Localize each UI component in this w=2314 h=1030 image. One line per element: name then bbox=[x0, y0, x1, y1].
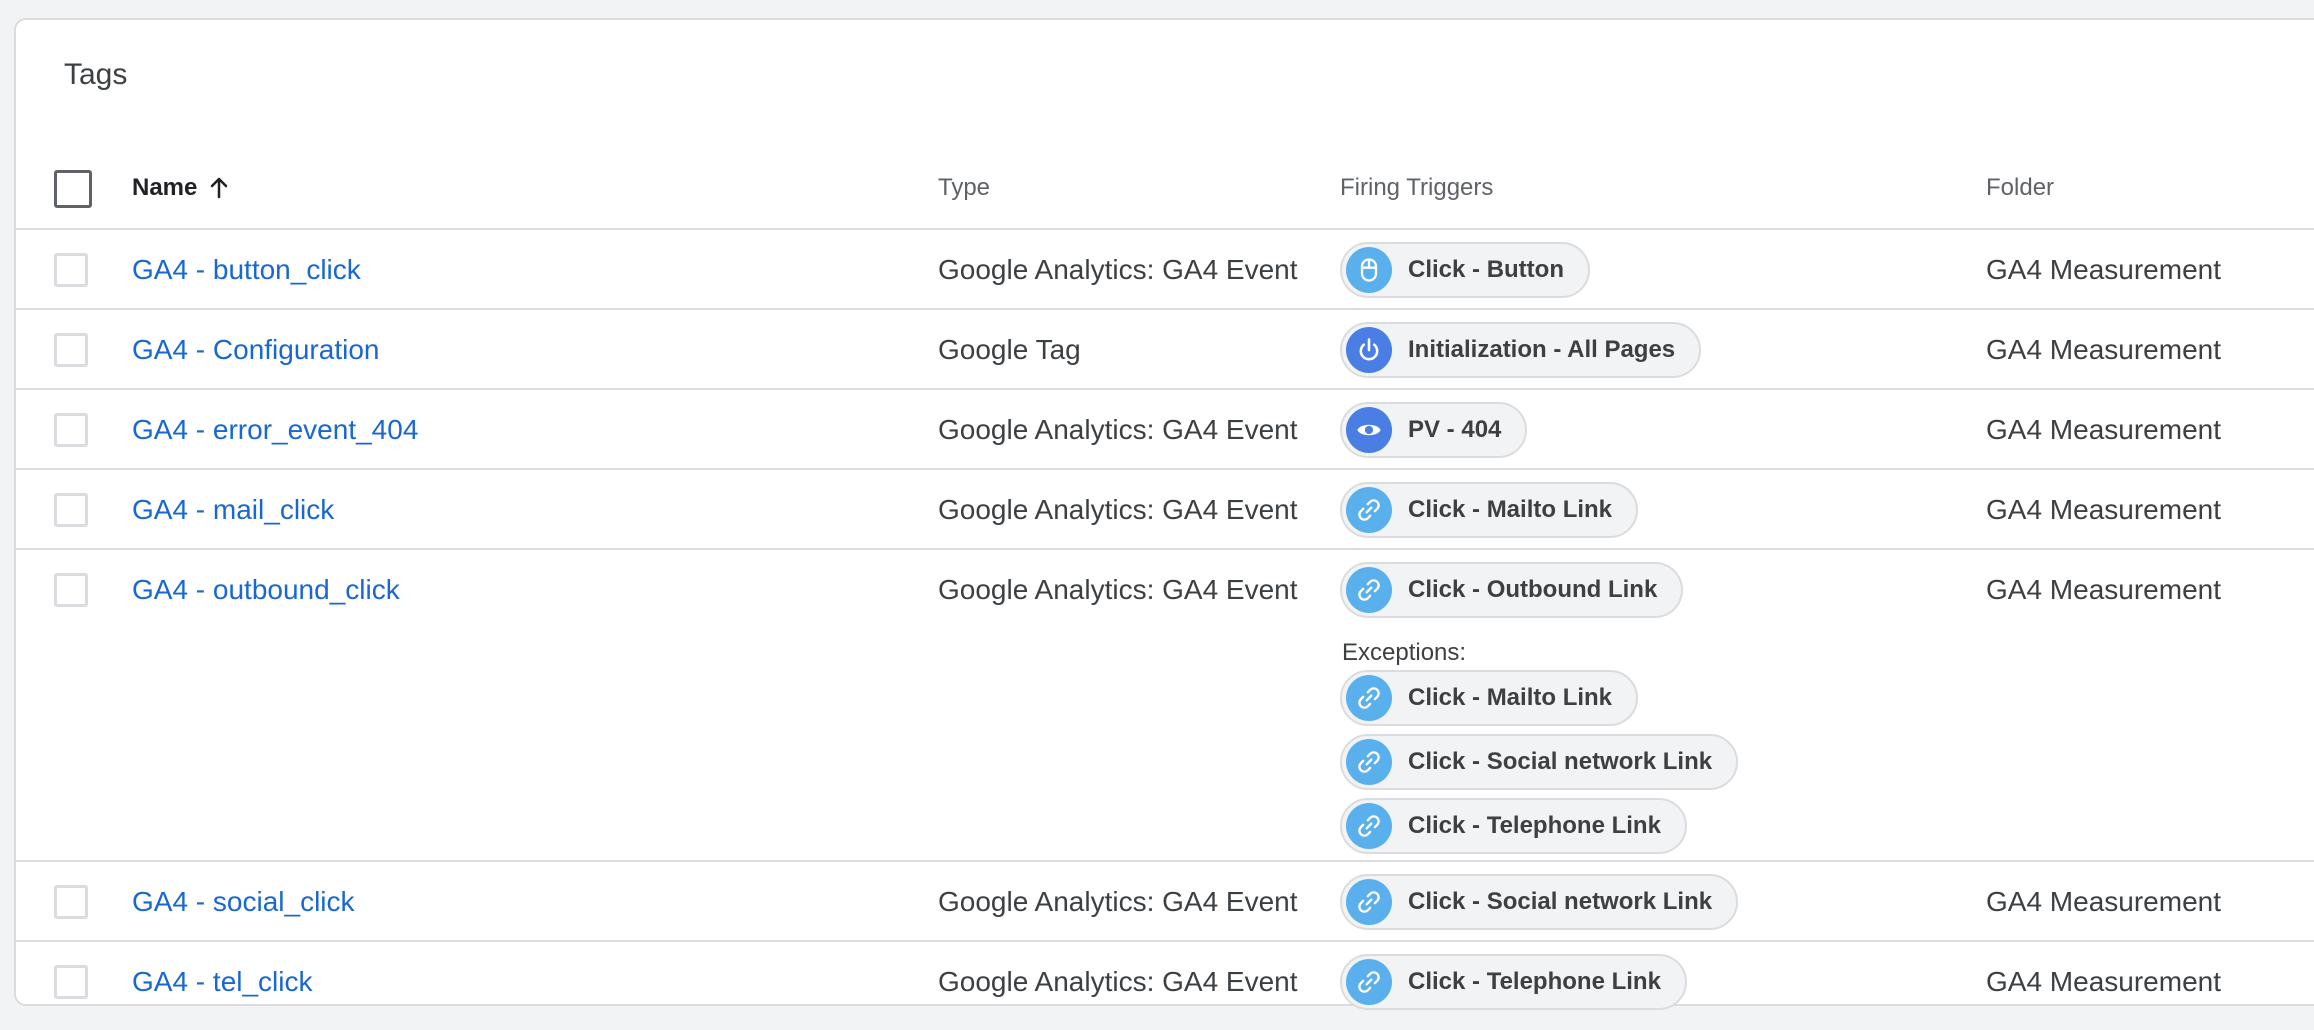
exception-chip[interactable]: Click - Telephone Link bbox=[1340, 798, 1687, 854]
tag-type: Google Analytics: GA4 Event bbox=[938, 966, 1298, 997]
column-header-triggers[interactable]: Firing Triggers bbox=[1340, 174, 1493, 201]
trigger-label: Click - Social network Link bbox=[1408, 888, 1713, 915]
trigger-chip[interactable]: Click - Outbound Link bbox=[1340, 562, 1684, 618]
table-row: GA4 - tel_click Google Analytics: GA4 Ev… bbox=[16, 942, 2314, 1022]
trigger-chip[interactable]: Initialization - All Pages bbox=[1340, 322, 1702, 378]
trigger-chip[interactable]: Click - Telephone Link bbox=[1340, 954, 1687, 1010]
tag-type: Google Analytics: GA4 Event bbox=[938, 414, 1298, 445]
link-icon bbox=[1346, 675, 1392, 721]
trigger-label: Initialization - All Pages bbox=[1408, 336, 1676, 363]
trigger-label: Click - Mailto Link bbox=[1408, 496, 1613, 523]
tag-folder: GA4 Measurement bbox=[1986, 334, 2221, 365]
trigger-chip[interactable]: Click - Button bbox=[1340, 242, 1590, 298]
column-header-name-label: Name bbox=[132, 174, 198, 201]
table-row: GA4 - Configuration Google Tag Initializ… bbox=[16, 310, 2314, 390]
trigger-label: Click - Outbound Link bbox=[1408, 576, 1658, 603]
tag-folder: GA4 Measurement bbox=[1986, 414, 2221, 445]
tag-name-link[interactable]: GA4 - button_click bbox=[132, 254, 361, 285]
link-icon bbox=[1346, 487, 1392, 533]
link-icon bbox=[1346, 879, 1392, 925]
tag-name-link[interactable]: GA4 - outbound_click bbox=[132, 574, 400, 605]
tag-name-link[interactable]: GA4 - mail_click bbox=[132, 494, 334, 525]
link-icon bbox=[1346, 959, 1392, 1005]
table-row: GA4 - social_click Google Analytics: GA4… bbox=[16, 862, 2314, 942]
column-header-folder[interactable]: Folder bbox=[1986, 174, 2054, 201]
row-checkbox[interactable] bbox=[54, 885, 88, 919]
tags-card: Tags Name Type Firing Triggers Folder GA… bbox=[14, 18, 2314, 1010]
link-icon bbox=[1346, 739, 1392, 785]
column-header-name[interactable]: Name bbox=[132, 172, 231, 204]
tag-type: Google Analytics: GA4 Event bbox=[938, 494, 1298, 525]
trigger-chip[interactable]: Click - Social network Link bbox=[1340, 874, 1739, 930]
trigger-label: PV - 404 bbox=[1408, 416, 1502, 443]
trigger-label: Click - Button bbox=[1408, 256, 1564, 283]
table-header: Name Type Firing Triggers Folder bbox=[16, 148, 2314, 230]
tag-name-link[interactable]: GA4 - tel_click bbox=[132, 966, 313, 997]
row-checkbox[interactable] bbox=[54, 493, 88, 527]
tag-type: Google Analytics: GA4 Event bbox=[938, 574, 1298, 605]
tag-type: Google Analytics: GA4 Event bbox=[938, 254, 1298, 285]
row-checkbox[interactable] bbox=[54, 253, 88, 287]
tag-type: Google Tag bbox=[938, 334, 1081, 365]
link-icon bbox=[1346, 567, 1392, 613]
tag-folder: GA4 Measurement bbox=[1986, 966, 2221, 997]
row-checkbox[interactable] bbox=[54, 965, 88, 999]
exception-label: Click - Telephone Link bbox=[1408, 812, 1661, 839]
exception-label: Click - Social network Link bbox=[1408, 748, 1713, 775]
table-row: GA4 - outbound_click Google Analytics: G… bbox=[16, 550, 2314, 862]
table-row: GA4 - mail_click Google Analytics: GA4 E… bbox=[16, 470, 2314, 550]
trigger-chip[interactable]: Click - Mailto Link bbox=[1340, 482, 1639, 538]
row-checkbox[interactable] bbox=[54, 413, 88, 447]
exception-chip[interactable]: Click - Social network Link bbox=[1340, 734, 1739, 790]
tag-folder: GA4 Measurement bbox=[1986, 574, 2221, 605]
select-all-checkbox[interactable] bbox=[54, 170, 92, 208]
tag-name-link[interactable]: GA4 - error_event_404 bbox=[132, 414, 418, 445]
exception-chip[interactable]: Click - Mailto Link bbox=[1340, 670, 1639, 726]
sort-ascending-icon bbox=[211, 177, 228, 199]
eye-icon bbox=[1346, 407, 1392, 453]
mouse-icon bbox=[1346, 247, 1392, 293]
tag-folder: GA4 Measurement bbox=[1986, 886, 2221, 917]
row-checkbox[interactable] bbox=[54, 573, 88, 607]
column-header-type[interactable]: Type bbox=[938, 174, 990, 201]
exceptions-label: Exceptions: bbox=[1342, 639, 1467, 666]
card-title: Tags bbox=[64, 58, 128, 91]
tag-type: Google Analytics: GA4 Event bbox=[938, 886, 1298, 917]
row-checkbox[interactable] bbox=[54, 333, 88, 367]
tag-folder: GA4 Measurement bbox=[1986, 254, 2221, 285]
tag-name-link[interactable]: GA4 - Configuration bbox=[132, 334, 379, 365]
tag-name-link[interactable]: GA4 - social_click bbox=[132, 886, 355, 917]
power-icon bbox=[1346, 327, 1392, 373]
link-icon bbox=[1346, 803, 1392, 849]
trigger-chip[interactable]: PV - 404 bbox=[1340, 402, 1528, 458]
table-row: GA4 - error_event_404 Google Analytics: … bbox=[16, 390, 2314, 470]
table-row: GA4 - button_click Google Analytics: GA4… bbox=[16, 230, 2314, 310]
trigger-label: Click - Telephone Link bbox=[1408, 968, 1661, 995]
exception-label: Click - Mailto Link bbox=[1408, 684, 1613, 711]
tag-folder: GA4 Measurement bbox=[1986, 494, 2221, 525]
